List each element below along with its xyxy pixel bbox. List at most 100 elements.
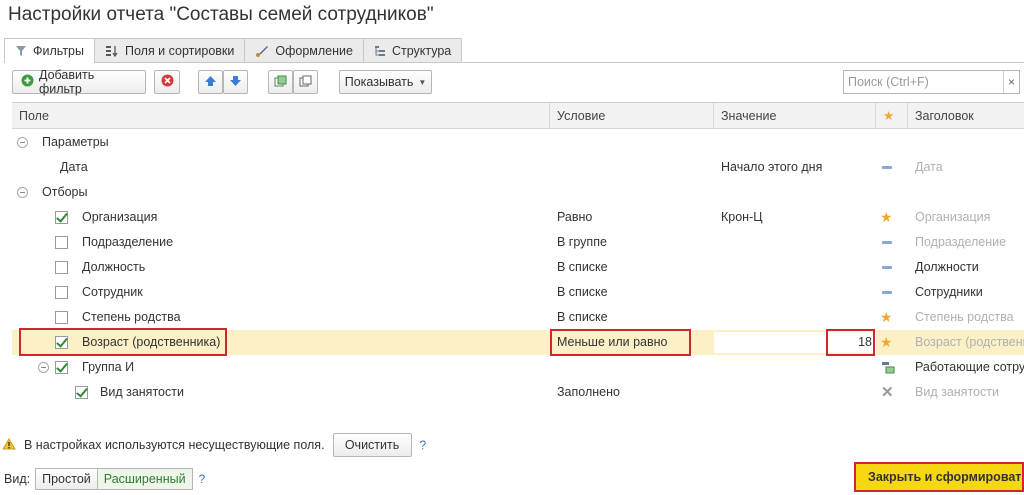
search-placeholder: Поиск (Ctrl+F) <box>848 75 929 89</box>
column-field[interactable]: Поле <box>12 103 550 129</box>
dash-icon[interactable] <box>882 241 892 244</box>
column-value[interactable]: Значение <box>714 103 876 129</box>
column-condition[interactable]: Условие <box>550 103 714 129</box>
column-header[interactable]: Заголовок <box>908 103 1024 129</box>
value-cell[interactable]: Начало этого дня <box>721 155 822 180</box>
condition-cell[interactable]: Равно <box>557 205 592 230</box>
search-input[interactable]: Поиск (Ctrl+F) × <box>843 70 1020 94</box>
highlight-field <box>19 328 227 356</box>
field-name: Должность <box>82 260 146 274</box>
filter-icon <box>15 45 27 57</box>
show-dropdown[interactable]: Показывать ▼ <box>339 70 432 94</box>
collapse-icon[interactable] <box>38 362 49 373</box>
header-cell[interactable]: Возраст (родственника) <box>915 330 1024 355</box>
table-row-partial <box>12 405 1024 420</box>
table-row[interactable]: Организация Равно Крон-Ц ★ Организация <box>12 205 1024 230</box>
table-row[interactable]: Сотрудник В списке Сотрудники <box>12 280 1024 305</box>
group-button[interactable] <box>268 70 293 94</box>
use-checkbox[interactable] <box>55 261 68 274</box>
table-header: Поле Условие Значение ★ Заголовок <box>12 103 1024 129</box>
header-cell[interactable]: Подразделение <box>915 230 1006 255</box>
collapse-icon[interactable] <box>17 137 28 148</box>
use-checkbox[interactable] <box>75 386 88 399</box>
table-row-selected[interactable]: Возраст (родственника) Меньше или равно … <box>12 328 1024 356</box>
dash-icon[interactable] <box>882 166 892 169</box>
field-name: Сотрудник <box>82 285 143 299</box>
close-icon[interactable]: ✕ <box>881 380 894 405</box>
brush-icon <box>255 45 269 57</box>
view-switch: Вид: Простой Расширенный ? <box>4 468 205 490</box>
table-row[interactable]: Должность В списке Должности <box>12 255 1024 280</box>
use-checkbox[interactable] <box>55 286 68 299</box>
tab-appearance[interactable]: Оформление <box>244 38 364 62</box>
view-simple-button[interactable]: Простой <box>35 468 98 490</box>
table-row[interactable]: Вид занятости Заполнено ✕ Вид занятости <box>12 380 1024 405</box>
header-cell[interactable]: Дата <box>915 155 943 180</box>
header-cell[interactable]: Должности <box>915 255 979 280</box>
view-extended-button[interactable]: Расширенный <box>96 468 193 490</box>
field-name: Подразделение <box>82 235 174 249</box>
group-icon[interactable] <box>881 361 895 377</box>
table-row[interactable]: Подразделение В группе Подразделение <box>12 230 1024 255</box>
settings-tabs: Фильтры Поля и сортировки Оформление Стр… <box>4 38 463 63</box>
tab-fields-sorting[interactable]: Поля и сортировки <box>93 38 246 62</box>
header-cell[interactable]: Вид занятости <box>915 380 999 405</box>
move-down-button[interactable] <box>223 70 248 94</box>
condition-cell[interactable]: В списке <box>557 305 608 330</box>
clear-label: Очистить <box>344 438 400 452</box>
search-clear-icon[interactable]: × <box>1003 71 1019 93</box>
field-name: Вид занятости <box>100 385 184 399</box>
use-checkbox[interactable] <box>55 236 68 249</box>
arrow-up-icon <box>204 75 217 90</box>
collapse-icon[interactable] <box>17 187 28 198</box>
table-row[interactable]: Степень родства В списке ★ Степень родст… <box>12 305 1024 330</box>
highlight-value <box>826 329 875 356</box>
tab-structure[interactable]: Структура <box>362 38 463 62</box>
condition-cell[interactable]: В списке <box>557 255 608 280</box>
table-row[interactable]: Группа И Работающие сотрудники <box>12 355 1024 380</box>
add-filter-button[interactable]: Добавить фильтр <box>12 68 146 96</box>
structure-icon <box>374 45 386 57</box>
field-name: Группа И <box>82 360 135 374</box>
tab-label: Оформление <box>275 43 353 58</box>
dash-icon[interactable] <box>882 291 892 294</box>
copy-icon <box>299 75 312 90</box>
chevron-down-icon: ▼ <box>418 77 427 87</box>
tab-filters[interactable]: Фильтры <box>4 38 95 63</box>
help-icon[interactable]: ? <box>420 438 427 452</box>
tab-label: Структура <box>391 43 452 58</box>
condition-cell[interactable]: Заполнено <box>557 380 620 405</box>
tab-divider <box>4 62 1024 63</box>
condition-cell[interactable]: В группе <box>557 230 607 255</box>
tab-label: Фильтры <box>33 44 84 58</box>
close-and-generate-button[interactable]: Закрыть и сформировать <box>854 462 1024 492</box>
table-row[interactable]: Отборы <box>12 180 1024 205</box>
filters-table: Поле Условие Значение ★ Заголовок Параме… <box>12 102 1024 420</box>
dash-icon[interactable] <box>882 266 892 269</box>
window-title: Настройки отчета "Составы семей сотрудни… <box>8 4 434 25</box>
header-cell[interactable]: Работающие сотрудники <box>915 355 1024 380</box>
condition-cell[interactable]: В списке <box>557 280 608 305</box>
table-row[interactable]: Параметры <box>12 130 1024 155</box>
field-name: Параметры <box>42 135 109 149</box>
use-checkbox[interactable] <box>55 311 68 324</box>
help-icon[interactable]: ? <box>199 472 206 486</box>
header-cell[interactable]: Организация <box>915 205 990 230</box>
use-checkbox[interactable] <box>55 211 68 224</box>
header-cell[interactable]: Степень родства <box>915 305 1014 330</box>
column-star-icon[interactable]: ★ <box>876 103 908 129</box>
ungroup-button[interactable] <box>293 70 318 94</box>
value-cell[interactable]: Крон-Ц <box>721 205 763 230</box>
field-name: Организация <box>82 210 158 224</box>
use-checkbox[interactable] <box>55 361 68 374</box>
star-icon[interactable]: ★ <box>880 205 893 230</box>
star-icon[interactable]: ★ <box>880 330 893 355</box>
field-name: Степень родства <box>82 310 181 324</box>
header-cell[interactable]: Сотрудники <box>915 280 983 305</box>
move-up-button[interactable] <box>198 70 223 94</box>
warning-bar: В настройках используются несуществующие… <box>2 432 426 458</box>
delete-button[interactable] <box>154 70 180 94</box>
clear-button[interactable]: Очистить <box>332 433 412 457</box>
star-icon[interactable]: ★ <box>880 305 893 330</box>
table-row[interactable]: Дата Начало этого дня Дата <box>12 155 1024 180</box>
